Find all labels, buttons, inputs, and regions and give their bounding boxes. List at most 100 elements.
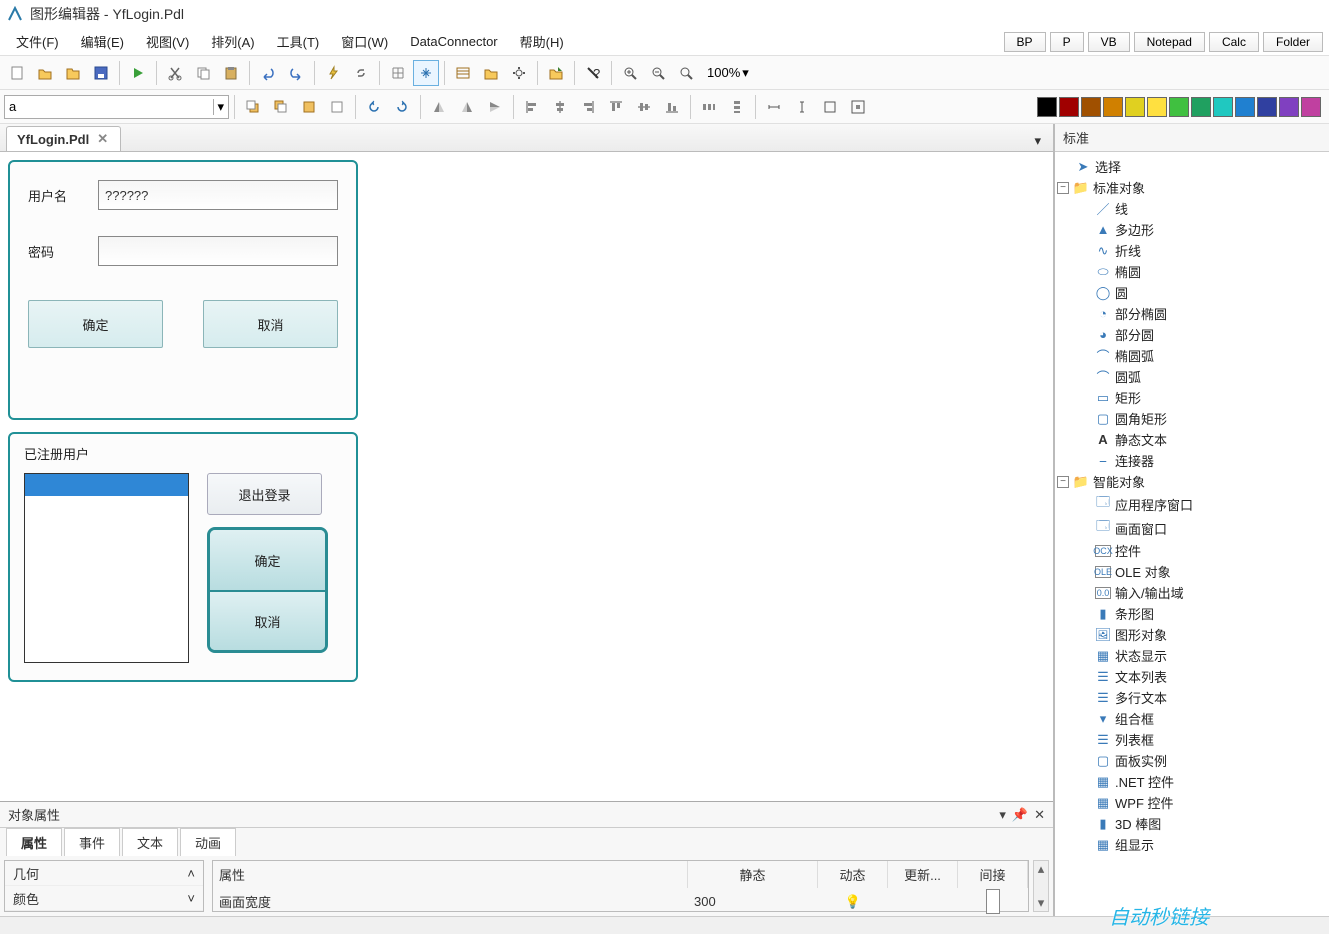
- collapse-icon[interactable]: −: [1057, 476, 1069, 488]
- color-swatch[interactable]: [1301, 97, 1321, 117]
- color-swatch[interactable]: [1037, 97, 1057, 117]
- redo-icon[interactable]: [283, 60, 309, 86]
- login-cancel-button[interactable]: 取消: [203, 300, 338, 348]
- list-item[interactable]: [25, 474, 188, 496]
- tree-item[interactable]: ▭矩形: [1057, 387, 1327, 408]
- indirect-checkbox[interactable]: [986, 889, 1000, 914]
- menu-arrange[interactable]: 排列(A): [201, 30, 264, 53]
- send-back-icon[interactable]: [268, 94, 294, 120]
- rotate-right-icon[interactable]: [389, 94, 415, 120]
- tree-item[interactable]: ☰文本列表: [1057, 666, 1327, 687]
- tree-item[interactable]: ⬭椭圆: [1057, 261, 1327, 282]
- tree-item[interactable]: ◔部分椭圆: [1057, 303, 1327, 324]
- ext-bp-button[interactable]: BP: [1004, 32, 1046, 52]
- design-canvas[interactable]: 用户名 ?????? 密码 确定 取消 已注册用户: [0, 152, 1053, 801]
- run-icon[interactable]: [125, 60, 151, 86]
- paste-icon[interactable]: [218, 60, 244, 86]
- menu-edit[interactable]: 编辑(E): [71, 30, 134, 53]
- same-size-icon[interactable]: [817, 94, 843, 120]
- tab-events[interactable]: 事件: [64, 828, 120, 856]
- align-top-icon[interactable]: [603, 94, 629, 120]
- gear-icon[interactable]: [506, 60, 532, 86]
- bolt-icon[interactable]: [320, 60, 346, 86]
- collapse-icon[interactable]: −: [1057, 182, 1069, 194]
- ext-vb-button[interactable]: VB: [1088, 32, 1130, 52]
- tree-item[interactable]: ∿折线: [1057, 240, 1327, 261]
- tree-item[interactable]: ⌒椭圆弧: [1057, 345, 1327, 366]
- registered-users-listbox[interactable]: [24, 473, 189, 663]
- tree-item[interactable]: ◯圆: [1057, 282, 1327, 303]
- layer-up-icon[interactable]: [296, 94, 322, 120]
- color-swatch[interactable]: [1279, 97, 1299, 117]
- tree-smart-group[interactable]: −📁智能对象: [1057, 471, 1327, 492]
- tree-item[interactable]: ▦组显示: [1057, 834, 1327, 855]
- logout-button[interactable]: 退出登录: [207, 473, 322, 515]
- export-icon[interactable]: [543, 60, 569, 86]
- color-swatch[interactable]: [1257, 97, 1277, 117]
- snap-icon[interactable]: [413, 60, 439, 86]
- tree-item[interactable]: ▢圆角矩形: [1057, 408, 1327, 429]
- properties-category-list[interactable]: 几何˄ 颜色˅: [4, 860, 204, 912]
- bulb-icon[interactable]: 💡: [818, 890, 888, 914]
- color-swatch[interactable]: [1213, 97, 1233, 117]
- tree-item[interactable]: ▢面板实例: [1057, 750, 1327, 771]
- tab-animation[interactable]: 动画: [180, 828, 236, 856]
- tree-item[interactable]: ▾组合框: [1057, 708, 1327, 729]
- table-row[interactable]: 画面宽度 300 💡: [213, 888, 1028, 915]
- tree-item[interactable]: OLEOLE 对象: [1057, 561, 1327, 582]
- ext-notepad-button[interactable]: Notepad: [1134, 32, 1205, 52]
- tree-item[interactable]: ◕部分圆: [1057, 324, 1327, 345]
- same-height-icon[interactable]: [789, 94, 815, 120]
- zoom-fit-icon[interactable]: [673, 60, 699, 86]
- align-right-icon[interactable]: [575, 94, 601, 120]
- layer-down-icon[interactable]: [324, 94, 350, 120]
- new-icon[interactable]: [4, 60, 30, 86]
- rotate-left-icon[interactable]: [361, 94, 387, 120]
- tree-item[interactable]: ▦状态显示: [1057, 645, 1327, 666]
- panel-menu-icon[interactable]: ▾: [999, 807, 1006, 823]
- color-swatch[interactable]: [1191, 97, 1211, 117]
- registered-cancel-button[interactable]: 取消: [210, 590, 325, 650]
- color-swatch[interactable]: [1059, 97, 1079, 117]
- align-center-icon[interactable]: [547, 94, 573, 120]
- document-tab[interactable]: YfLogin.Pdl ✕: [6, 126, 121, 151]
- color-swatch[interactable]: [1125, 97, 1145, 117]
- color-swatch[interactable]: [1235, 97, 1255, 117]
- grid-icon[interactable]: [385, 60, 411, 86]
- distribute-h-icon[interactable]: [696, 94, 722, 120]
- registered-ok-button[interactable]: 确定: [210, 530, 325, 590]
- font-combo[interactable]: a ▾: [4, 95, 229, 119]
- list-icon[interactable]: [450, 60, 476, 86]
- login-ok-button[interactable]: 确定: [28, 300, 163, 348]
- flip-h-icon[interactable]: [426, 94, 452, 120]
- menu-file[interactable]: 文件(F): [6, 30, 69, 53]
- center-canvas-icon[interactable]: [845, 94, 871, 120]
- zoom-combo[interactable]: 100%▾: [701, 65, 755, 81]
- zoom-out-icon[interactable]: [645, 60, 671, 86]
- menu-window[interactable]: 窗口(W): [331, 30, 398, 53]
- menu-dataconnector[interactable]: DataConnector: [400, 32, 507, 51]
- color-swatch[interactable]: [1081, 97, 1101, 117]
- object-tree[interactable]: ➤选择 −📁标准对象 ／线 ▲多边形 ∿折线 ⬭椭圆 ◯圆 ◔部分椭圆 ◕部分圆…: [1055, 152, 1329, 916]
- color-swatch[interactable]: [1169, 97, 1189, 117]
- pin-icon[interactable]: 📌: [1012, 807, 1028, 823]
- zoom-in-icon[interactable]: [617, 60, 643, 86]
- tab-attributes[interactable]: 属性: [6, 828, 62, 856]
- color-swatch[interactable]: [1103, 97, 1123, 117]
- ext-folder-button[interactable]: Folder: [1263, 32, 1323, 52]
- undo-icon[interactable]: [255, 60, 281, 86]
- tree-item[interactable]: ／线: [1057, 198, 1327, 219]
- flip-h2-icon[interactable]: [454, 94, 480, 120]
- flip-v-icon[interactable]: [482, 94, 508, 120]
- link-icon[interactable]: [348, 60, 374, 86]
- scrollbar[interactable]: ▴▾: [1033, 860, 1049, 912]
- tree-item[interactable]: 🗔应用程序窗口: [1057, 492, 1327, 516]
- menu-help[interactable]: 帮助(H): [510, 30, 574, 53]
- help-icon[interactable]: ?: [580, 60, 606, 86]
- align-left-icon[interactable]: [519, 94, 545, 120]
- tree-item[interactable]: ▦WPF 控件: [1057, 792, 1327, 813]
- copy-icon[interactable]: [190, 60, 216, 86]
- tree-item[interactable]: ⌒圆弧: [1057, 366, 1327, 387]
- tab-text[interactable]: 文本: [122, 828, 178, 856]
- save-icon[interactable]: [88, 60, 114, 86]
